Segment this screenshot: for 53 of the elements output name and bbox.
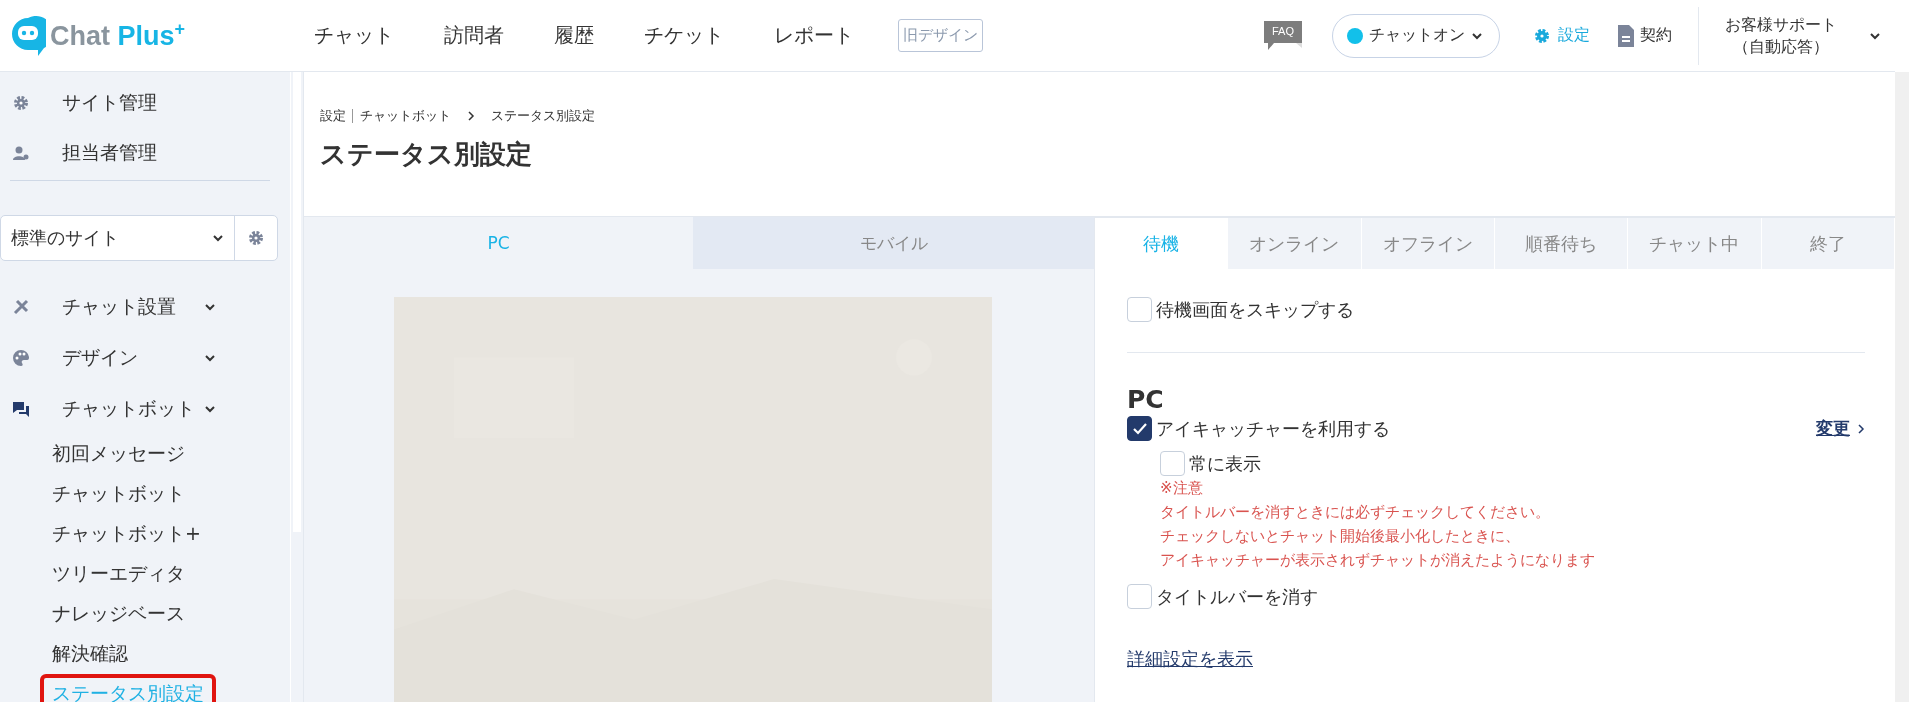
warning-text: タイトルバーを消すときには必ずチェックしてください。	[1160, 502, 1551, 523]
palette-icon	[12, 348, 30, 367]
chevron-right-icon	[467, 111, 475, 121]
chevron-right-icon	[1858, 423, 1865, 434]
gear-icon	[12, 94, 30, 112]
nav-link[interactable]: 訪問者	[438, 18, 510, 53]
chevron-down-icon	[1869, 31, 1881, 40]
person-icon	[12, 144, 30, 162]
checkbox-label[interactable]: 常に表示	[1189, 451, 1261, 476]
sidebar-subitem[interactable]: 解決確認	[40, 634, 140, 674]
breadcrumb-link[interactable]: チャットボット	[360, 107, 451, 125]
change-link[interactable]: 変更	[1816, 417, 1865, 440]
chevron-down-icon	[212, 234, 224, 242]
chat-status-dropdown[interactable]: チャットオン	[1332, 13, 1500, 58]
sidebar-subitem[interactable]: 初回メッセージ	[40, 434, 197, 474]
breadcrumb-link[interactable]: 設定	[320, 107, 346, 125]
chevron-down-icon	[204, 302, 216, 311]
sidebar-subitem[interactable]: ツリーエディタ	[40, 554, 197, 594]
warning-text: ※注意	[1160, 478, 1204, 499]
section-heading: PC	[1127, 385, 1165, 414]
details-link[interactable]: 詳細設定を表示	[1127, 647, 1253, 671]
checkbox-label[interactable]: アイキャッチャーを利用する	[1156, 416, 1390, 441]
checkbox-label[interactable]: タイトルバーを消す	[1156, 584, 1318, 609]
user-menu[interactable]: お客様サポート （自動応答）	[1698, 6, 1895, 65]
chevron-down-icon	[204, 353, 216, 362]
contract-link[interactable]: 契約	[1616, 23, 1672, 48]
chat-icon	[12, 399, 30, 418]
page-title: ステータス別設定	[320, 138, 533, 171]
gear-icon	[247, 229, 265, 247]
checkbox[interactable]	[1127, 416, 1152, 441]
breadcrumb-current: ステータス別設定	[491, 107, 595, 125]
nav-link[interactable]: チケット	[638, 18, 730, 53]
sidebar-group[interactable]: チャットボット	[0, 383, 290, 434]
warning-text: アイキャッチャーが表示されずチャットが消えたようになります	[1160, 550, 1596, 571]
nav-link[interactable]: チャット	[308, 18, 400, 53]
logo-icon	[10, 15, 46, 56]
chevron-down-icon	[204, 404, 216, 413]
warning-text: チェックしないとチャット開始後最小化したときに、	[1160, 526, 1521, 547]
sidebar-subitem[interactable]: チャットボット+	[40, 514, 213, 554]
sidebar-item[interactable]: 担当者管理	[0, 128, 290, 178]
chevron-down-icon	[1471, 31, 1483, 40]
check-icon	[1131, 421, 1148, 436]
nav-link[interactable]: 履歴	[548, 18, 600, 53]
sidebar-item[interactable]: サイト管理	[0, 78, 290, 128]
document-icon	[1616, 23, 1636, 48]
checkbox-label[interactable]: 待機画面をスキップする	[1156, 297, 1354, 322]
sidebar-subitem[interactable]: ナレッジベース	[40, 594, 197, 634]
sidebar-group[interactable]: チャット設置	[0, 281, 290, 332]
logo-text: Chat Plus$^{+}$	[50, 19, 186, 52]
nav-link[interactable]: レポート	[768, 18, 860, 53]
separator-icon	[352, 109, 354, 123]
sidebar-subitem[interactable]: チャットボット	[40, 474, 197, 514]
sidebar-group[interactable]: デザイン	[0, 332, 290, 383]
